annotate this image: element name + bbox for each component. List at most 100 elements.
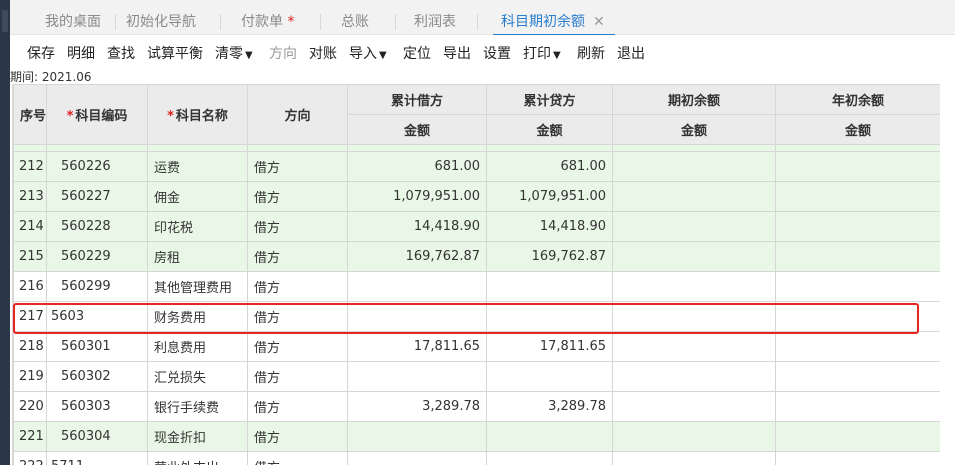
row-debit[interactable] — [347, 361, 487, 392]
row-year-opening[interactable] — [775, 331, 940, 362]
row-year-opening[interactable] — [775, 241, 940, 272]
row-credit[interactable]: 3,289.78 — [486, 391, 613, 422]
row-seq: 215 — [13, 241, 47, 272]
row-direction[interactable]: 借方 — [247, 451, 348, 465]
row-opening[interactable] — [612, 211, 776, 242]
row-debit[interactable]: 17,811.65 — [347, 331, 487, 362]
table-row[interactable]: 220 560303 银行手续费 借方 3,289.78 3,289.78 — [13, 391, 940, 422]
row-direction[interactable]: 借方 — [247, 271, 348, 302]
save-button[interactable]: 保存 — [27, 43, 55, 63]
row-name: 其他管理费用 — [147, 271, 248, 302]
table-row[interactable]: 221 560304 现金折扣 借方 — [13, 421, 940, 452]
tab-payment[interactable]: 付款单 * — [241, 12, 294, 32]
row-name: 银行手续费 — [147, 391, 248, 422]
row-year-opening[interactable] — [775, 361, 940, 392]
row-year-opening[interactable] — [775, 421, 940, 452]
row-direction[interactable]: 借方 — [247, 151, 348, 182]
tab-income-statement[interactable]: 利润表 — [414, 12, 456, 32]
table-row[interactable]: 216 560299 其他管理费用 借方 — [13, 271, 940, 302]
row-code: 560226 — [46, 151, 148, 182]
row-debit[interactable] — [347, 271, 487, 302]
row-seq: 221 — [13, 421, 47, 452]
row-direction[interactable]: 借方 — [247, 301, 348, 332]
row-credit[interactable] — [486, 301, 613, 332]
row-credit[interactable]: 681.00 — [486, 151, 613, 182]
row-credit[interactable] — [486, 271, 613, 302]
row-year-opening[interactable] — [775, 301, 940, 332]
row-debit[interactable]: 14,418.90 — [347, 211, 487, 242]
row-opening[interactable] — [612, 331, 776, 362]
table-row[interactable]: 222 5711 营业外支出 借方 — [13, 451, 940, 465]
import-label: 导入 — [349, 46, 377, 62]
table-row[interactable]: 213 560227 佣金 借方 1,079,951.00 1,079,951.… — [13, 181, 940, 212]
row-opening[interactable] — [612, 151, 776, 182]
table-row[interactable]: 214 560228 印花税 借方 14,418.90 14,418.90 — [13, 211, 940, 242]
table-row[interactable]: 212 560226 运费 借方 681.00 681.00 — [13, 151, 940, 182]
row-credit[interactable]: 1,079,951.00 — [486, 181, 613, 212]
row-debit[interactable] — [347, 451, 487, 465]
refresh-button[interactable]: 刷新 — [577, 43, 605, 63]
row-credit[interactable]: 169,762.87 — [486, 241, 613, 272]
row-code: 5711 — [46, 451, 148, 465]
row-year-opening[interactable] — [775, 211, 940, 242]
row-opening[interactable] — [612, 181, 776, 212]
tab-init-guide[interactable]: 初始化导航 — [126, 12, 196, 32]
row-year-opening[interactable] — [775, 181, 940, 212]
locate-button[interactable]: 定位 — [403, 43, 431, 63]
row-year-opening[interactable] — [775, 271, 940, 302]
row-year-opening[interactable] — [775, 151, 940, 182]
trial-balance-button[interactable]: 试算平衡 — [147, 43, 203, 63]
header-amount: 金额 — [486, 114, 613, 145]
row-debit[interactable]: 169,762.87 — [347, 241, 487, 272]
row-direction[interactable]: 借方 — [247, 361, 348, 392]
row-direction[interactable]: 借方 — [247, 391, 348, 422]
row-opening[interactable] — [612, 301, 776, 332]
row-opening[interactable] — [612, 391, 776, 422]
table-row-selected[interactable]: 217 5603 财务费用 借方 — [13, 301, 940, 332]
row-debit[interactable]: 1,079,951.00 — [347, 181, 487, 212]
row-direction[interactable]: 借方 — [247, 331, 348, 362]
row-credit[interactable] — [486, 421, 613, 452]
row-opening[interactable] — [612, 421, 776, 452]
close-icon[interactable]: ✕ — [593, 14, 605, 30]
tab-opening-balance[interactable]: 科目期初余额 ✕ — [493, 12, 615, 36]
detail-button[interactable]: 明细 — [67, 43, 95, 63]
tab-general-ledger[interactable]: 总账 — [341, 12, 369, 32]
row-opening[interactable] — [612, 361, 776, 392]
row-debit[interactable]: 3,289.78 — [347, 391, 487, 422]
row-debit[interactable] — [347, 301, 487, 332]
row-year-opening[interactable] — [775, 391, 940, 422]
reconcile-button[interactable]: 对账 — [309, 43, 337, 63]
row-debit[interactable] — [347, 421, 487, 452]
row-name: 现金折扣 — [147, 421, 248, 452]
exit-button[interactable]: 退出 — [617, 43, 645, 63]
row-debit[interactable]: 681.00 — [347, 151, 487, 182]
row-credit[interactable] — [486, 361, 613, 392]
row-direction[interactable]: 借方 — [247, 211, 348, 242]
row-credit[interactable]: 17,811.65 — [486, 331, 613, 362]
table-row[interactable]: 215 560229 房租 借方 169,762.87 169,762.87 — [13, 241, 940, 272]
tab-divider — [477, 14, 478, 30]
row-direction[interactable]: 借方 — [247, 181, 348, 212]
required-mark: * — [287, 14, 295, 30]
clear-dropdown[interactable]: 清零 ▼ — [215, 43, 253, 63]
row-year-opening[interactable] — [775, 451, 940, 465]
row-direction[interactable]: 借方 — [247, 421, 348, 452]
export-button[interactable]: 导出 — [443, 43, 471, 63]
row-opening[interactable] — [612, 241, 776, 272]
header-amount: 金额 — [612, 114, 776, 145]
print-dropdown[interactable]: 打印 ▼ — [523, 43, 561, 63]
row-opening[interactable] — [612, 271, 776, 302]
import-dropdown[interactable]: 导入 ▼ — [349, 43, 387, 63]
opening-balance-grid: 序号 * 科目编码 * 科目名称 方向 累计借方 累计贷方 期初余额 年初余额 金额… — [12, 84, 940, 465]
row-credit[interactable] — [486, 451, 613, 465]
table-row[interactable]: 219 560302 汇兑损失 借方 — [13, 361, 940, 392]
row-credit[interactable]: 14,418.90 — [486, 211, 613, 242]
direction-button[interactable]: 方向 — [269, 43, 297, 63]
row-opening[interactable] — [612, 451, 776, 465]
find-button[interactable]: 查找 — [107, 43, 135, 63]
settings-button[interactable]: 设置 — [483, 43, 511, 63]
table-row[interactable]: 218 560301 利息费用 借方 17,811.65 17,811.65 — [13, 331, 940, 362]
tab-my-desktop[interactable]: 我的桌面 — [45, 12, 101, 32]
row-direction[interactable]: 借方 — [247, 241, 348, 272]
